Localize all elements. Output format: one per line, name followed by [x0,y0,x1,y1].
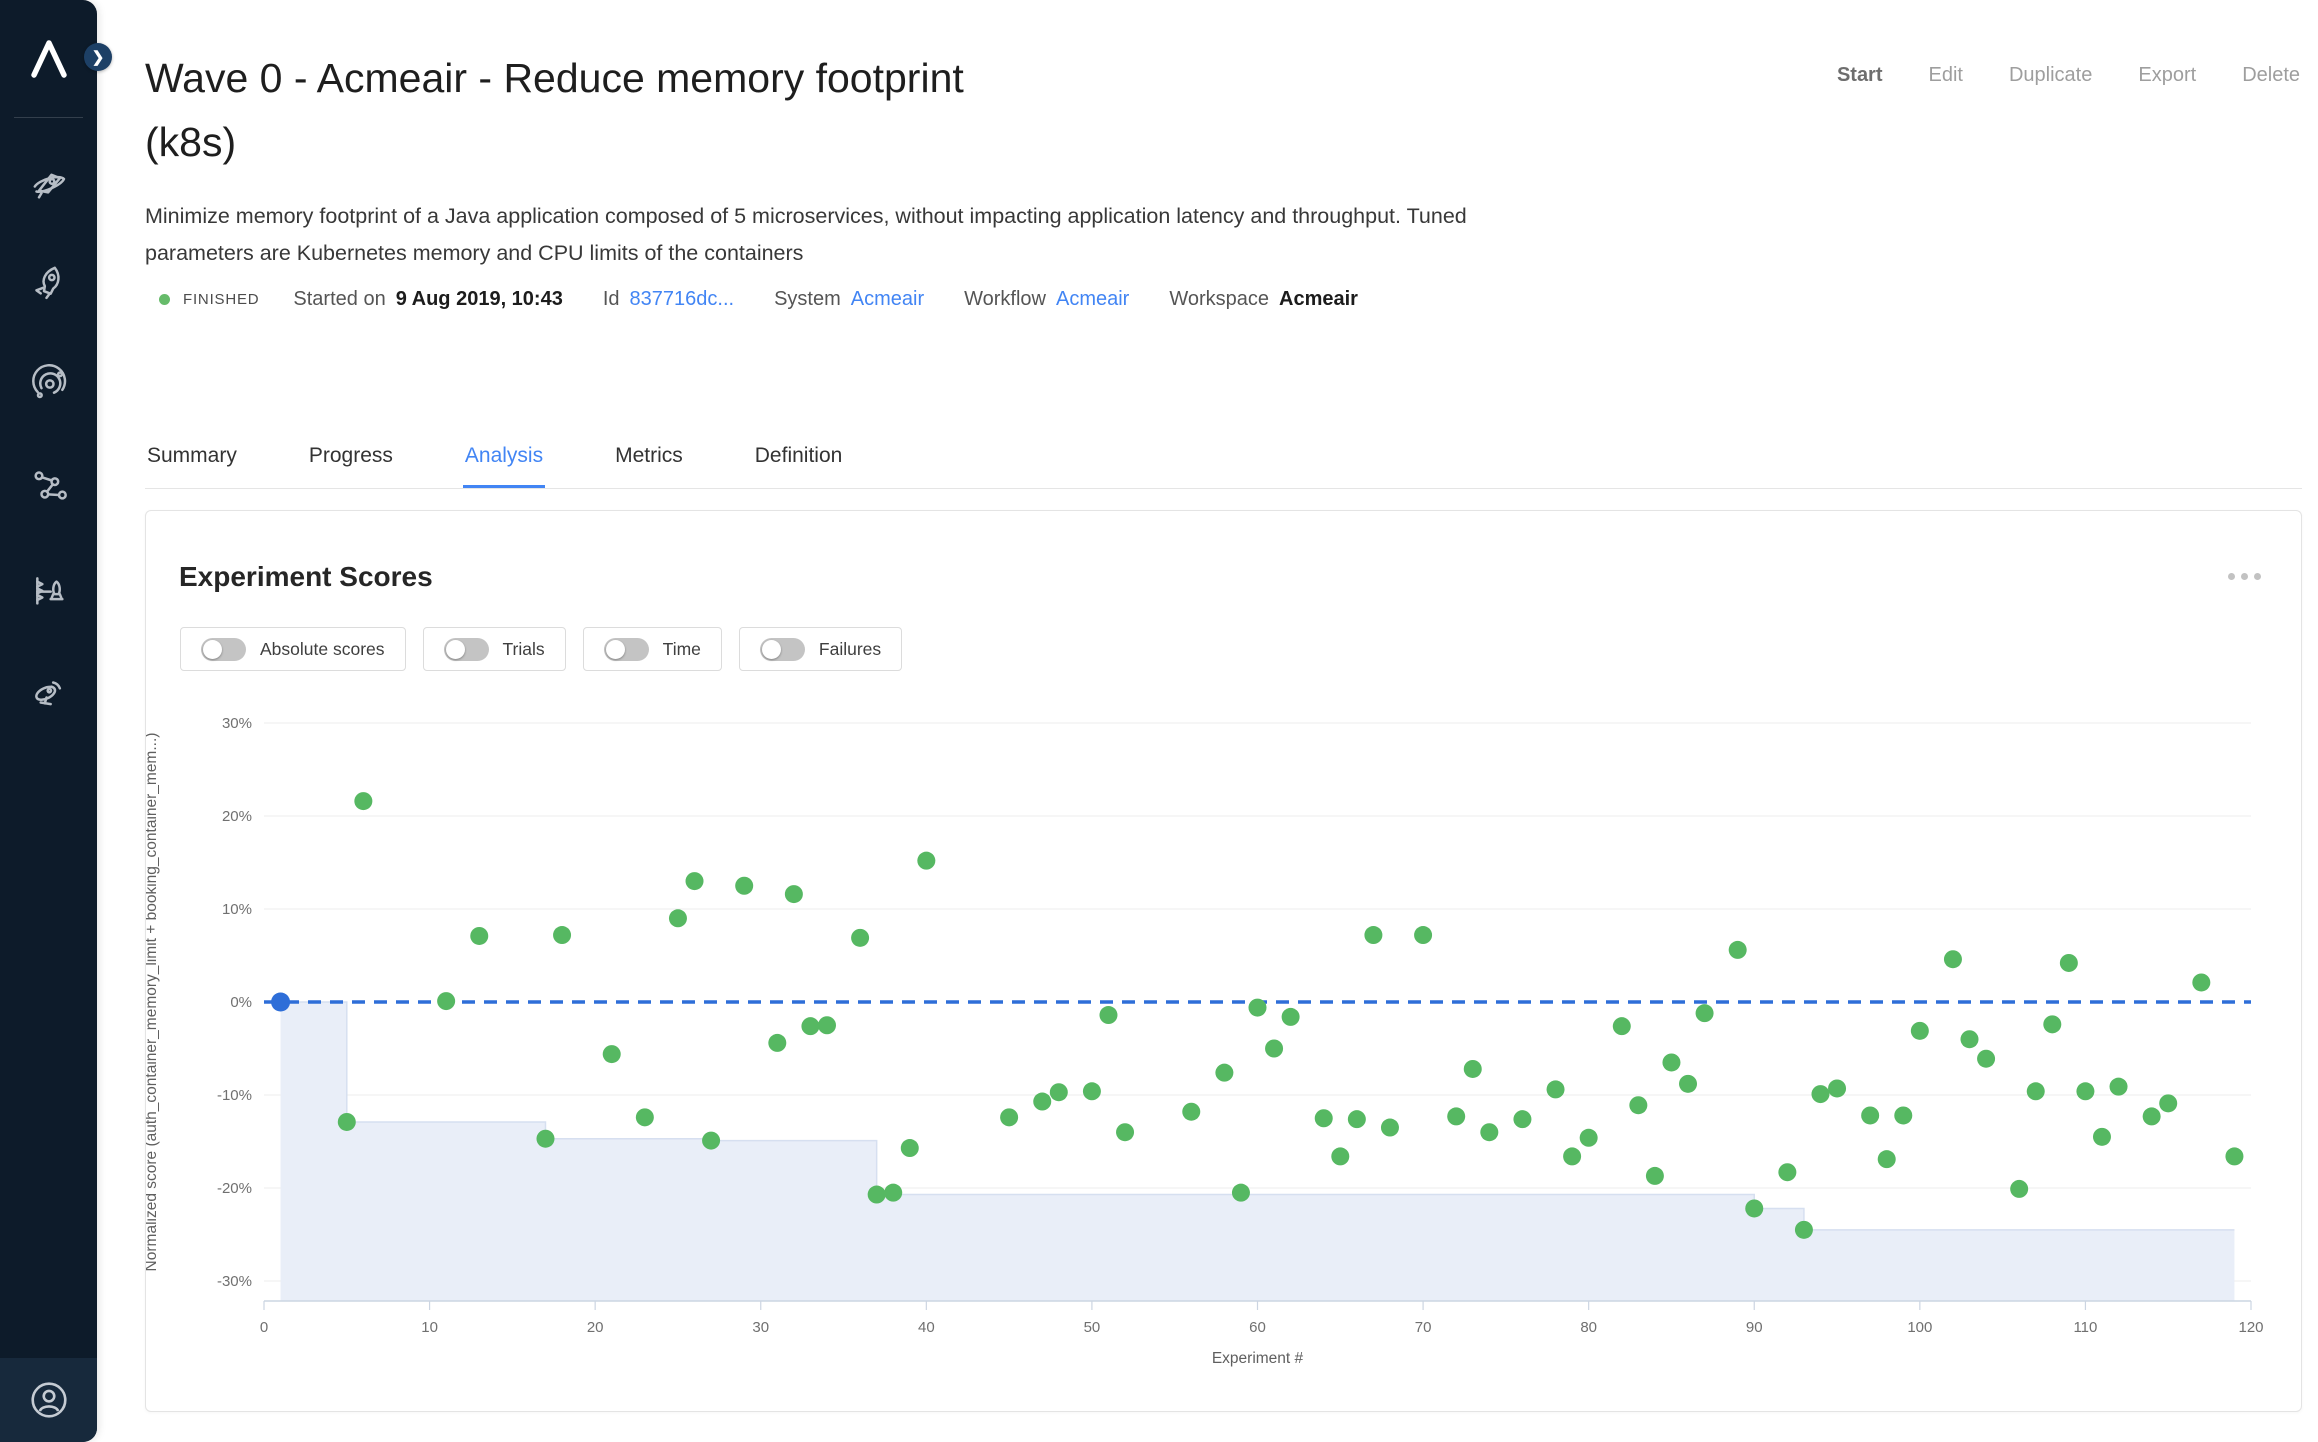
user-account-button[interactable] [0,1372,97,1428]
svg-text:20%: 20% [222,808,252,825]
chart-toggles: Absolute scores Trials Time Failures [180,627,902,671]
sidebar [0,0,97,1442]
workspace: WorkspaceAcmeair [1169,288,1358,311]
workflow-link[interactable]: Acmeair [1056,288,1129,310]
system: SystemAcmeair [774,288,924,311]
svg-text:90: 90 [1746,1319,1763,1336]
toggle-trials[interactable]: Trials [423,627,566,671]
panel-title: Experiment Scores [179,561,433,593]
svg-text:-10%: -10% [217,1087,252,1104]
svg-text:10%: 10% [222,901,252,918]
ellipsis-icon [2228,573,2235,580]
toggle-time[interactable]: Time [583,627,722,671]
switch-off-icon[interactable] [760,638,805,661]
sidebar-item-satellite[interactable] [0,668,97,712]
svg-text:80: 80 [1580,1319,1597,1336]
export-button[interactable]: Export [2138,64,2196,87]
orbit-icon [29,364,69,404]
status-dot-icon [159,294,170,305]
study-description: Minimize memory footprint of a Java appl… [145,198,1665,272]
tab-metrics[interactable]: Metrics [613,442,685,488]
switch-off-icon[interactable] [604,638,649,661]
svg-text:20: 20 [587,1319,604,1336]
sidebar-item-spaceship[interactable] [0,162,97,206]
status-label: FINISHED [183,291,259,308]
sidebar-divider [14,117,83,118]
started-on: Started on9 Aug 2019, 10:43 [293,288,562,311]
sidebar-item-rocket[interactable] [0,260,97,304]
tab-progress[interactable]: Progress [307,442,395,488]
experiment-scores-card: 30% 20% 10% 0% -10% -20% -30% 0 10 20 30 40 50 60 70 80… [145,510,2302,1412]
tab-analysis[interactable]: Analysis [463,442,545,488]
sidebar-item-network[interactable] [0,463,97,507]
start-button[interactable]: Start [1837,64,1883,87]
system-link[interactable]: Acmeair [851,288,924,310]
tab-definition[interactable]: Definition [753,442,845,488]
logo-caret-icon [22,33,76,83]
workflow: WorkflowAcmeair [964,288,1129,311]
network-icon [29,465,69,505]
card-menu-button[interactable] [2228,573,2261,580]
started-value: 9 Aug 2019, 10:43 [396,288,563,310]
svg-text:-30%: -30% [217,1273,252,1290]
satellite-icon [29,670,69,710]
svg-text:0%: 0% [230,994,252,1011]
toggle-failures[interactable]: Failures [739,627,902,671]
svg-text:70: 70 [1415,1319,1432,1336]
delete-button[interactable]: Delete [2242,64,2300,87]
sidebar-expand-button[interactable]: ❯ [84,43,112,71]
svg-text:40: 40 [918,1319,935,1336]
chevron-right-icon: ❯ [92,48,105,66]
study-id: Id837716dc... [603,288,734,311]
svg-text:0: 0 [260,1319,268,1336]
svg-text:120: 120 [2238,1319,2263,1336]
header-actions: Start Edit Duplicate Export Delete [1837,64,2300,87]
tab-bar: Summary Progress Analysis Metrics Defini… [145,442,2302,489]
svg-text:110: 110 [2073,1319,2097,1336]
svg-text:-20%: -20% [217,1180,252,1197]
rocket-icon [29,262,69,302]
sidebar-item-launchpad[interactable] [0,568,97,612]
svg-text:100: 100 [1907,1319,1932,1336]
page-title: Wave 0 - Acmeair - Reduce memory footpri… [145,46,1545,174]
akamas-logo [0,22,97,94]
svg-text:10: 10 [421,1319,438,1336]
switch-off-icon[interactable] [201,638,246,661]
user-account-icon [28,1379,70,1421]
svg-text:30: 30 [752,1319,769,1336]
edit-button[interactable]: Edit [1929,64,1963,87]
duplicate-button[interactable]: Duplicate [2009,64,2092,87]
switch-off-icon[interactable] [444,638,489,661]
svg-text:Normalized score (auth_contain: Normalized score (auth_container_memory_… [146,733,160,1272]
launchpad-icon [29,570,69,610]
svg-text:60: 60 [1249,1319,1266,1336]
tab-summary[interactable]: Summary [145,442,239,488]
toggle-absolute-scores[interactable]: Absolute scores [180,627,406,671]
study-id-link[interactable]: 837716dc... [630,288,735,310]
meta-row: FINISHED Started on9 Aug 2019, 10:43 Id8… [145,288,1398,311]
experiment-detail-page: ❯ Wave 0 - Acmeair - Reduce memory footp… [0,0,2318,1442]
workspace-value: Acmeair [1279,288,1358,310]
svg-text:50: 50 [1084,1319,1101,1336]
svg-text:30%: 30% [222,715,252,732]
spaceship-icon [29,164,69,204]
sidebar-item-orbit[interactable] [0,362,97,406]
sidebar-footer [0,1358,97,1442]
status-badge: FINISHED [159,291,259,308]
svg-text:Experiment #: Experiment # [1212,1350,1304,1367]
